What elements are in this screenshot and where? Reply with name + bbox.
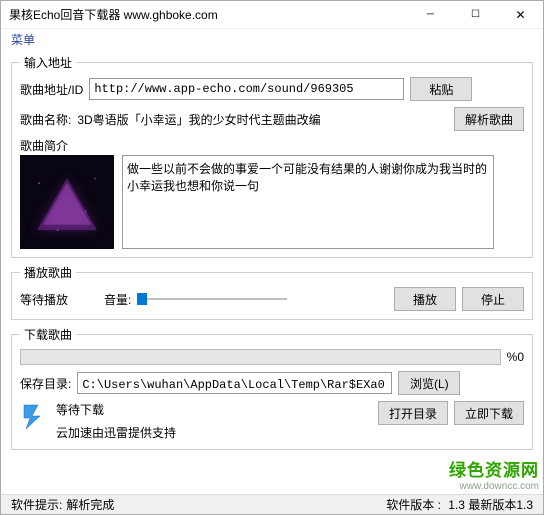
download-wait: 等待下载 [56,401,370,418]
progress-percent: %0 [507,350,524,364]
browse-button[interactable]: 浏览(L) [398,371,460,395]
parse-button[interactable]: 解析歌曲 [454,107,524,131]
intro-label: 歌曲简介 [20,139,68,153]
play-legend: 播放歌曲 [20,264,76,281]
maximize-button[interactable]: ☐ [453,1,498,29]
status-left-label: 软件提示: [11,496,62,513]
xunlei-icon [20,403,48,431]
volume-slider[interactable] [137,290,287,308]
titlebar: 果核Echo回音下载器 www.ghboke.com ─ ☐ ✕ [1,1,543,29]
input-group: 输入地址 歌曲地址/ID 粘贴 歌曲名称: 3D粤语版「小幸运」我的少女时代主题… [11,54,533,258]
stop-button[interactable]: 停止 [462,287,524,311]
status-right-value: 1.3 最新版本1.3 [448,498,533,512]
close-button[interactable]: ✕ [498,1,543,29]
status-left-value: 解析完成 [66,496,114,513]
intro-textarea[interactable]: 做一些以前不会做的事爱一个可能没有结果的人谢谢你成为我当时的小幸运我也想和你说一… [122,155,494,249]
song-name-label: 歌曲名称: [20,111,71,128]
progress-bar [20,349,501,365]
play-group: 播放歌曲 等待播放 音量: 播放 停止 [11,264,533,320]
menu-item[interactable]: 菜单 [11,33,35,47]
open-dir-button[interactable]: 打开目录 [378,401,448,425]
song-name-value: 3D粤语版「小幸运」我的少女时代主题曲改编 [77,111,448,128]
app-window: 果核Echo回音下载器 www.ghboke.com ─ ☐ ✕ 菜单 输入地址… [0,0,544,515]
play-button[interactable]: 播放 [394,287,456,311]
window-title: 果核Echo回音下载器 www.ghboke.com [9,6,408,23]
status-bar: 软件提示: 解析完成 软件版本 : 1.3 最新版本1.3 [1,494,543,514]
watermark: 绿色资源网 www.downcc.com [449,456,539,492]
download-button[interactable]: 立即下载 [454,401,524,425]
window-controls: ─ ☐ ✕ [408,1,543,29]
status-right-label: 软件版本 : [386,498,441,512]
paste-button[interactable]: 粘贴 [410,77,472,101]
minimize-button[interactable]: ─ [408,1,453,29]
xunlei-text: 云加速由迅雷提供支持 [56,424,370,441]
url-input[interactable] [89,78,404,100]
download-group: 下载歌曲 %0 保存目录: 浏览(L) 等待下载 云加速由迅雷提供支持 打 [11,326,533,450]
input-legend: 输入地址 [20,54,76,71]
volume-label: 音量: [104,291,131,308]
album-cover [20,155,114,249]
url-label: 歌曲地址/ID [20,81,83,98]
dir-label: 保存目录: [20,375,71,392]
download-legend: 下载歌曲 [20,326,76,343]
content-area: 输入地址 歌曲地址/ID 粘贴 歌曲名称: 3D粤语版「小幸运」我的少女时代主题… [1,54,543,450]
dir-input[interactable] [77,372,392,394]
play-status: 等待播放 [20,291,68,308]
menu-bar: 菜单 [1,29,543,54]
